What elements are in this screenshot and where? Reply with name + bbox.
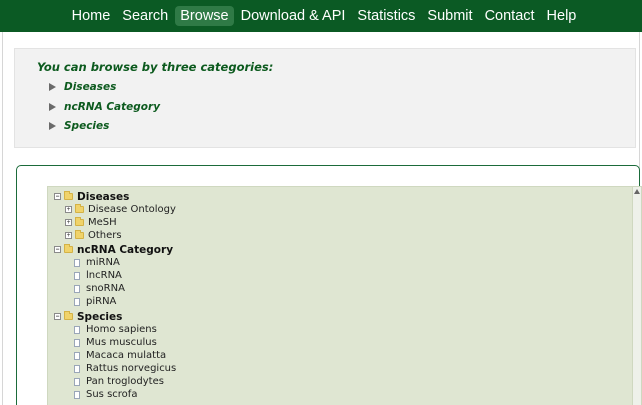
tree-node-label: MeSH [88,217,117,228]
tree-node-pirna[interactable]: piRNA [74,295,116,308]
tree-node-label: miRNA [86,257,120,268]
folder-icon [75,217,84,226]
expand-icon[interactable]: + [65,232,72,239]
nav-download-api[interactable]: Download & API [236,6,351,26]
document-icon [74,338,80,347]
document-icon [74,377,80,386]
category-tree[interactable]: − Diseases + Disease Ontology + MeSH + O… [47,186,642,405]
folder-icon [75,204,84,213]
tree-node-rattus-norvegicus[interactable]: Rattus norvegicus [74,362,176,375]
tree-node-ncrna-category[interactable]: − ncRNA Category [54,243,173,256]
nav-submit[interactable]: Submit [422,6,477,26]
tree-node-snorna[interactable]: snoRNA [74,282,125,295]
intro-link-label: Diseases [64,81,117,93]
collapse-icon[interactable]: − [54,313,61,320]
tree-node-pan-troglodytes[interactable]: Pan troglodytes [74,375,164,388]
intro-link-ncrna-category[interactable]: ncRNA Category [49,99,160,115]
document-icon [74,325,80,334]
browse-intro-title: You can browse by three categories: [37,60,274,74]
folder-icon [75,230,84,239]
tree-node-mirna[interactable]: miRNA [74,256,120,269]
folder-icon [64,191,73,200]
tree-node-label: Diseases [77,190,130,203]
tree-node-label: lncRNA [86,270,122,281]
intro-link-label: ncRNA Category [64,101,161,113]
expand-icon[interactable]: + [65,206,72,213]
nav-help[interactable]: Help [542,6,582,26]
collapse-icon[interactable]: − [54,193,61,200]
tree-node-label: Pan troglodytes [86,376,164,387]
tree-node-label: Disease Ontology [88,204,176,215]
top-navbar: Home Search Browse Download & API Statis… [0,0,642,32]
tree-node-others[interactable]: + Others [65,229,122,242]
document-icon [74,258,80,267]
browse-tree-panel: − Diseases + Disease Ontology + MeSH + O… [16,165,642,405]
tree-node-mesh[interactable]: + MeSH [65,216,117,229]
browse-intro-panel: You can browse by three categories: Dise… [14,48,636,148]
tree-node-label: Mus musculus [86,337,157,348]
nav-statistics[interactable]: Statistics [352,6,420,26]
tree-node-label: Sus scrofa [86,389,138,400]
scroll-up-arrow-icon[interactable] [634,189,640,194]
document-icon [74,284,80,293]
tree-node-label: ncRNA Category [77,243,174,256]
tree-node-sus-scrofa[interactable]: Sus scrofa [74,388,137,401]
tree-node-label: Rattus norvegicus [86,363,177,374]
collapse-icon[interactable]: − [54,246,61,253]
arrow-right-icon [49,122,56,130]
intro-link-diseases[interactable]: Diseases [49,79,116,95]
tree-node-macaca-mulatta[interactable]: Macaca mulatta [74,349,166,362]
document-icon [74,364,80,373]
tree-node-homo-sapiens[interactable]: Homo sapiens [74,323,157,336]
intro-link-label: Species [64,120,110,132]
tree-node-label: snoRNA [86,283,125,294]
document-icon [74,297,80,306]
arrow-right-icon [49,103,56,111]
tree-node-label: Macaca mulatta [86,350,167,361]
tree-scrollbar[interactable] [632,187,641,405]
nav-browse[interactable]: Browse [175,6,234,26]
document-icon [74,390,80,399]
intro-link-species[interactable]: Species [49,118,109,134]
nav-contact[interactable]: Contact [480,6,540,26]
folder-icon [64,244,73,253]
tree-node-disease-ontology[interactable]: + Disease Ontology [65,203,176,216]
tree-node-lncrna[interactable]: lncRNA [74,269,122,282]
tree-node-label: Homo sapiens [86,324,157,335]
expand-icon[interactable]: + [65,219,72,226]
tree-node-label: Species [77,310,123,323]
document-icon [74,351,80,360]
arrow-right-icon [49,83,56,91]
nav-search[interactable]: Search [117,6,173,26]
tree-node-species[interactable]: − Species [54,310,122,323]
nav-home[interactable]: Home [67,6,116,26]
tree-node-mus-musculus[interactable]: Mus musculus [74,336,157,349]
tree-node-label: Others [88,230,122,241]
tree-node-diseases[interactable]: − Diseases [54,190,129,203]
document-icon [74,271,80,280]
folder-icon [64,311,73,320]
tree-node-label: piRNA [86,296,117,307]
